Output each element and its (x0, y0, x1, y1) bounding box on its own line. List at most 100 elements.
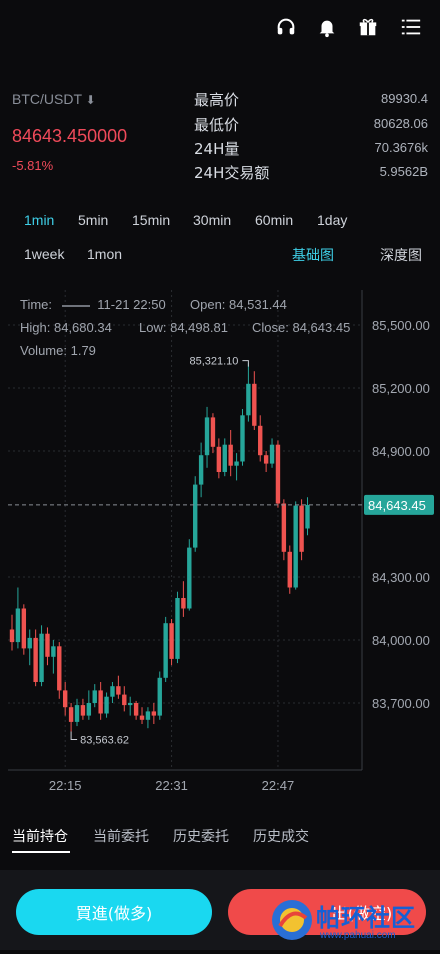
candle-body (68, 707, 74, 722)
watermark-url: www.pahuai.com (320, 930, 396, 941)
candle-body (228, 444, 233, 466)
stat-volume-value: 70.3676k (374, 140, 429, 155)
watermark: 帕环社区 www.pahuai.com (262, 888, 440, 950)
candle-body (193, 484, 198, 548)
candle-body (281, 503, 287, 552)
info-open-label: Open: (190, 297, 226, 312)
x-tick-label: 22:31 (155, 778, 188, 793)
info-high-label: High: (20, 320, 51, 335)
info-high-value: 84,680.34 (53, 320, 112, 335)
candle-body (222, 444, 227, 472)
candle-body (98, 690, 103, 714)
info-close-label: Close: (252, 320, 289, 335)
candlestick-chart[interactable]: 85,500.00 85,200.00 84,900.00 84,300.00 84,0… (0, 290, 440, 800)
y-tick-label: 85,200.00 (372, 381, 430, 396)
bell-icon[interactable] (314, 14, 340, 40)
candle-body (86, 703, 92, 716)
candle-body (133, 703, 139, 716)
top-bar (0, 0, 440, 56)
candle-body (263, 455, 269, 464)
tab-depth-chart[interactable]: 深度图 (380, 245, 422, 265)
info-low: Low: 84,498.81 (139, 320, 228, 335)
info-volume: Volume: 1.79 (20, 343, 96, 358)
tab-current-orders[interactable]: 当前委托 (93, 826, 149, 846)
stat-high-label: 最高价 (194, 91, 240, 109)
interval-tab-60min[interactable]: 60min (255, 212, 293, 228)
headset-icon[interactable] (273, 14, 299, 40)
max-annotation: 85,321.10 (189, 356, 238, 368)
candle-body (163, 623, 168, 678)
pair-dropdown-icon: ⬇ (85, 93, 96, 107)
candle-body (9, 629, 15, 643)
candle-body (246, 383, 251, 416)
candle-body (21, 608, 27, 649)
candle-body (258, 425, 263, 456)
chart-canvas: 85,500.00 85,200.00 84,900.00 84,300.00 84,0… (8, 290, 434, 793)
tab-trade-history[interactable]: 历史成交 (253, 826, 309, 846)
candle-body (57, 646, 62, 691)
x-tick-label: 22:47 (262, 778, 295, 793)
candle-body (51, 646, 56, 657)
gift-icon[interactable] (355, 14, 381, 40)
stat-low-label: 最低价 (194, 116, 240, 134)
buy-long-button[interactable]: 買進(做多) (16, 889, 212, 935)
interval-tab-1day[interactable]: 1day (317, 212, 347, 228)
tab-order-history[interactable]: 历史委托 (173, 826, 229, 846)
pair-label: BTC/USDT (12, 91, 82, 107)
y-tick-label: 84,900.00 (372, 444, 430, 459)
stat-turnover-value: 5.9562B (379, 164, 428, 179)
candle-body (157, 677, 162, 716)
candle-body (275, 444, 281, 504)
candle-body (175, 598, 180, 659)
candle-body (187, 547, 192, 609)
stat-high-value: 89930.4 (381, 91, 428, 106)
info-close-value: 84,643.45 (292, 320, 351, 335)
candle-body (92, 690, 97, 703)
candle-body (287, 551, 292, 588)
candle-body (33, 637, 38, 682)
stat-low-value: 80628.06 (373, 116, 428, 131)
tab-basic-chart[interactable]: 基础图 (292, 245, 334, 265)
menu-icon[interactable] (398, 14, 424, 40)
candle-body (269, 444, 275, 464)
interval-tab-1mon[interactable]: 1mon (87, 246, 122, 262)
candle-body (27, 637, 32, 649)
info-open: Open: 84,531.44 (190, 297, 287, 312)
stat-turnover-label: 24H交易额 (194, 164, 270, 182)
candle-body (80, 705, 86, 716)
stat-volume-label: 24H量 (194, 140, 240, 158)
interval-tab-1min[interactable]: 1min (24, 212, 54, 228)
watermark-title: 帕环社区 (316, 904, 416, 932)
candle-body (104, 696, 109, 714)
interval-tab-30min[interactable]: 30min (193, 212, 231, 228)
candle-body (122, 694, 127, 706)
candle-body (151, 711, 157, 716)
interval-tab-5min[interactable]: 5min (78, 212, 108, 228)
candle-body (198, 455, 204, 485)
candle-body (39, 633, 44, 682)
current-price-label: 84,643.45 (368, 498, 426, 513)
candle-body (145, 711, 151, 720)
candle-body (293, 505, 298, 588)
info-close: Close: 84,643.45 (252, 320, 350, 335)
x-tick-label: 22:15 (49, 778, 82, 793)
y-tick-label: 84,000.00 (372, 633, 430, 648)
info-open-value: 84,531.44 (229, 297, 287, 312)
trading-pair-selector[interactable]: BTC/USDT ⬇ (12, 91, 96, 107)
candle-body (116, 686, 121, 695)
candle-body (234, 461, 239, 466)
candle-body (216, 446, 222, 472)
candle-body (252, 383, 257, 426)
candle-body (128, 703, 133, 706)
min-annotation: 83,563.62 (80, 735, 129, 747)
interval-tab-15min[interactable]: 15min (132, 212, 170, 228)
info-high: High: 84,680.34 (20, 320, 112, 335)
tab-current-positions[interactable]: 当前持仓 (12, 826, 68, 846)
info-low-value: 84,498.81 (170, 320, 228, 335)
candle-body (74, 705, 80, 722)
min-annotation-arrow (70, 731, 78, 741)
candle-body (181, 598, 186, 609)
interval-tab-1week[interactable]: 1week (24, 246, 64, 262)
last-price: 84643.450000 (12, 126, 128, 146)
max-annotation-arrow (242, 360, 249, 367)
